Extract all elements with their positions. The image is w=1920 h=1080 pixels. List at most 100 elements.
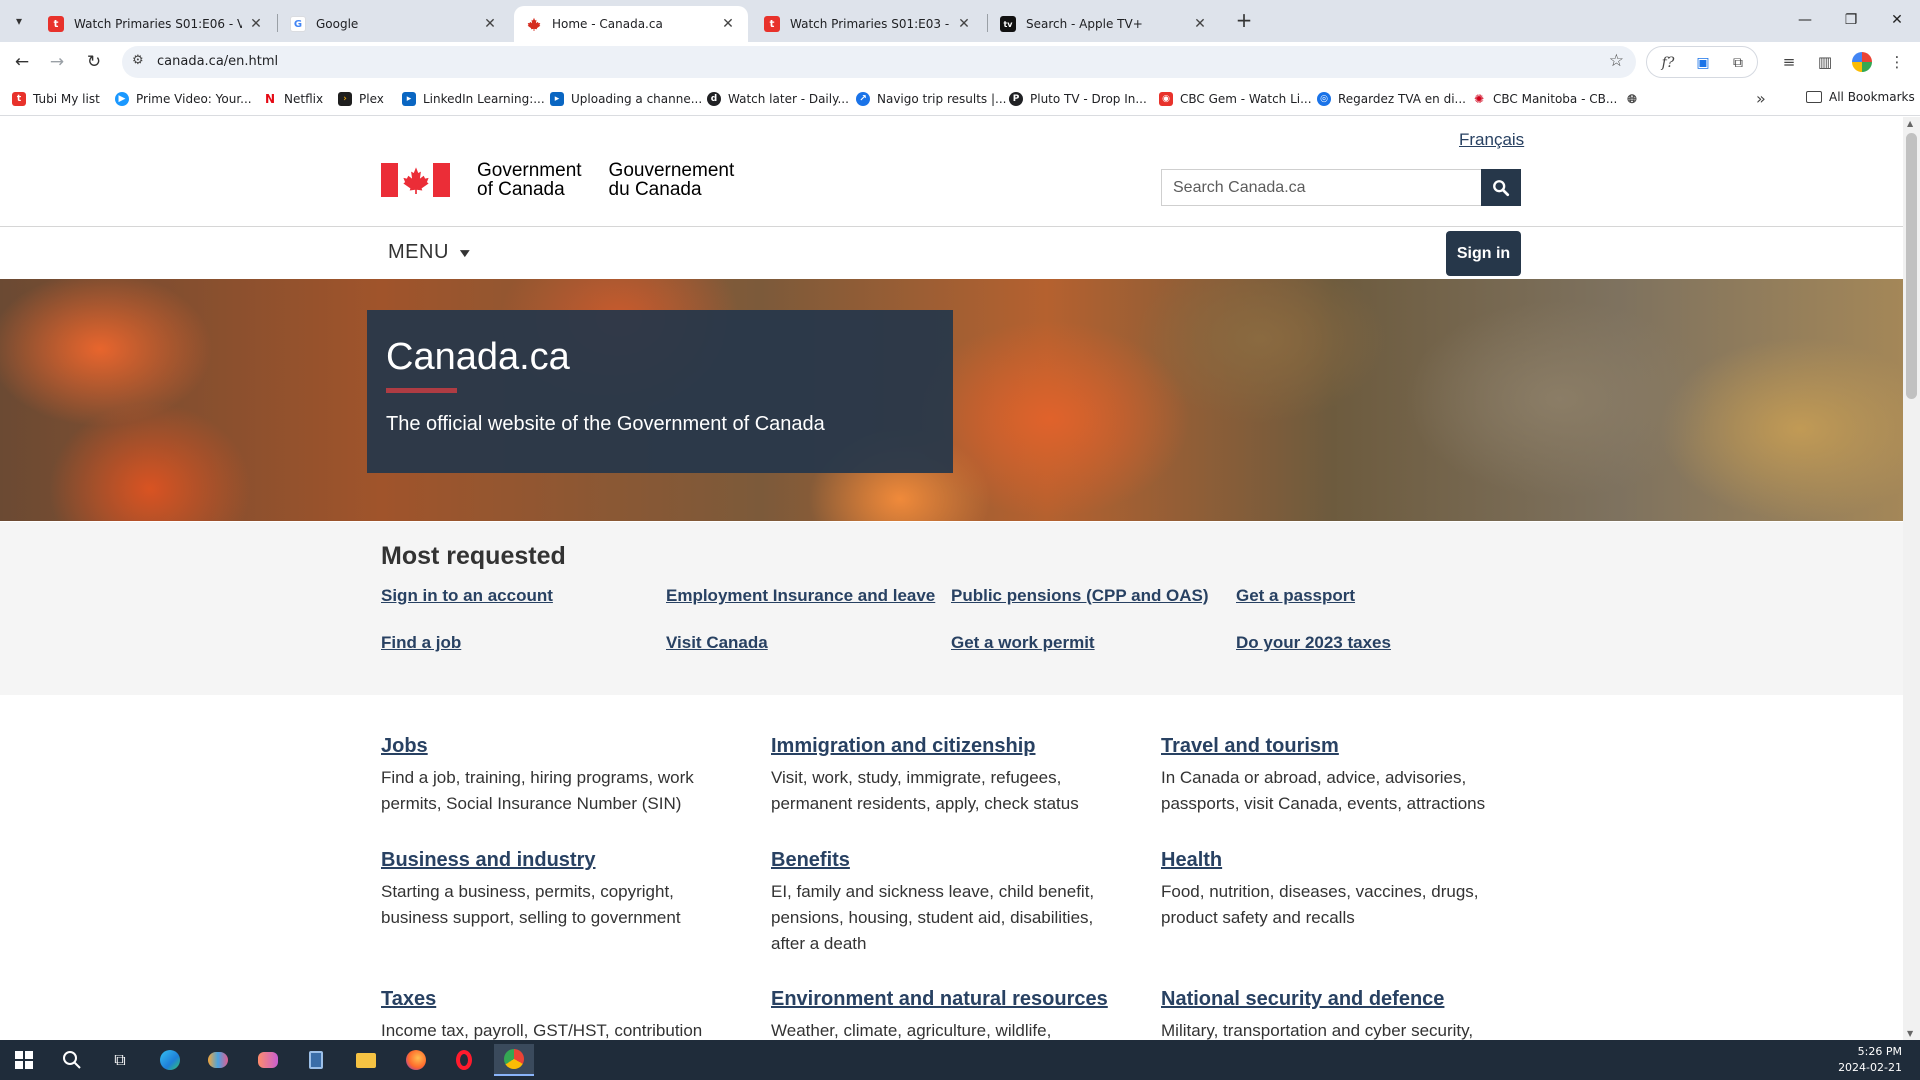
bookmark-cbc-gem[interactable]: ◉ CBC Gem - Watch Li...	[1159, 90, 1312, 108]
firefox-icon[interactable]	[396, 1044, 436, 1076]
topic-link-health[interactable]: Health	[1161, 849, 1222, 871]
close-icon[interactable]: ✕	[720, 16, 736, 32]
hero-title: Canada.ca	[386, 336, 570, 378]
topic-link-business[interactable]: Business and industry	[381, 849, 596, 871]
windows-start-icon[interactable]	[4, 1044, 44, 1076]
new-tab-plus-icon[interactable]: +	[1232, 8, 1256, 32]
most-requested-section: Most requested Sign in to an account Emp…	[0, 522, 1903, 695]
tab-search-chevron-icon[interactable]: ▾	[8, 10, 30, 32]
scroll-down-arrow-icon[interactable]: ▼	[1907, 1029, 1913, 1038]
close-icon[interactable]: ✕	[482, 16, 498, 32]
goc-signature-logo[interactable]: Government of Canada Gouvernement du Can…	[381, 161, 734, 199]
scrollbar-thumb[interactable]	[1906, 133, 1917, 399]
screen-capture-extension-icon[interactable]: ▣	[1692, 52, 1714, 74]
calculator-icon[interactable]	[296, 1044, 336, 1076]
reload-icon[interactable]: ↻	[82, 50, 106, 74]
link-find-job[interactable]: Find a job	[381, 633, 461, 653]
tab-strip: ▾ t Watch Primaries S01:E06 - Vote ✕ G G…	[0, 0, 1920, 42]
close-icon[interactable]: ✕	[248, 16, 264, 32]
tva-icon: ◎	[1317, 92, 1331, 106]
page-scrollbar[interactable]: ▲ ▼	[1903, 117, 1920, 1040]
media-controls-icon[interactable]: ≡	[1778, 51, 1800, 73]
bookmark-dailymotion[interactable]: d Watch later - Daily...	[707, 90, 849, 108]
topic-link-security[interactable]: National security and defence	[1161, 988, 1444, 1010]
folder-icon	[1806, 91, 1822, 103]
topic-travel: Travel and tourism In Canada or abroad, …	[1161, 735, 1521, 817]
maple-leaf-icon	[526, 16, 542, 32]
topic-link-jobs[interactable]: Jobs	[381, 735, 428, 757]
back-arrow-icon[interactable]: ←	[10, 50, 34, 74]
most-requested-title: Most requested	[381, 542, 566, 570]
bookmark-tubi[interactable]: t Tubi My list	[12, 90, 100, 108]
system-clock[interactable]: 5:26 PM 2024-02-21	[1838, 1044, 1902, 1076]
tab-watch-primaries-e03[interactable]: t Watch Primaries S01:E03 - Let's ✕	[752, 6, 984, 42]
bookmark-cbc-manitoba[interactable]: ✺ CBC Manitoba - CB...	[1472, 90, 1617, 108]
link-get-passport[interactable]: Get a passport	[1236, 586, 1355, 606]
forward-arrow-icon[interactable]: →	[45, 50, 69, 74]
search-input[interactable]	[1161, 169, 1481, 206]
paint-app-icon[interactable]	[198, 1044, 238, 1076]
link-2023-taxes[interactable]: Do your 2023 taxes	[1236, 633, 1391, 653]
topic-taxes: Taxes Income tax, payroll, GST/HST, cont…	[381, 988, 741, 1040]
bookmark-pluto-tv[interactable]: P Pluto TV - Drop In...	[1009, 90, 1147, 108]
topic-link-taxes[interactable]: Taxes	[381, 988, 436, 1010]
link-visit-canada[interactable]: Visit Canada	[666, 633, 768, 653]
search-button[interactable]	[1481, 169, 1521, 206]
link-public-pensions[interactable]: Public pensions (CPP and OAS)	[951, 586, 1209, 606]
file-explorer-icon[interactable]	[346, 1044, 386, 1076]
formula-extension-icon[interactable]: f?	[1657, 52, 1679, 74]
link-employment-insurance[interactable]: Employment Insurance and leave	[666, 586, 935, 606]
bookmark-navigo[interactable]: ↗ Navigo trip results |...	[856, 90, 1006, 108]
url-text[interactable]: canada.ca/en.html	[157, 54, 278, 69]
chrome-icon[interactable]	[494, 1044, 534, 1076]
topic-link-travel[interactable]: Travel and tourism	[1161, 735, 1339, 757]
topic-link-benefits[interactable]: Benefits	[771, 849, 850, 871]
topic-link-immigration[interactable]: Immigration and citizenship	[771, 735, 1035, 757]
tab-canada-home[interactable]: Home - Canada.ca ✕	[514, 6, 748, 42]
close-icon[interactable]: ✕	[1192, 16, 1208, 32]
tubi-icon: t	[48, 16, 64, 32]
profile-avatar-icon[interactable]	[1852, 52, 1872, 72]
snipping-tool-icon[interactable]	[248, 1044, 288, 1076]
bookmark-star-icon[interactable]: ☆	[1609, 51, 1624, 71]
bookmark-plex[interactable]: › Plex	[338, 90, 384, 108]
topic-jobs: Jobs Find a job, training, hiring progra…	[381, 735, 741, 817]
search-icon[interactable]	[52, 1044, 92, 1076]
address-bar[interactable]: ⚙ canada.ca/en.html ☆	[122, 46, 1636, 78]
link-sign-in-account[interactable]: Sign in to an account	[381, 586, 553, 606]
bookmark-netflix[interactable]: N Netflix	[263, 90, 323, 108]
cbc-gem-icon: ◉	[1159, 92, 1173, 106]
tab-watch-primaries-e06[interactable]: t Watch Primaries S01:E06 - Vote ✕	[36, 6, 276, 42]
link-work-permit[interactable]: Get a work permit	[951, 633, 1095, 653]
site-settings-icon[interactable]: ⚙	[132, 53, 144, 68]
side-panel-icon[interactable]: ▥	[1814, 51, 1836, 73]
puzzle-extensions-icon[interactable]: ⧉	[1727, 52, 1749, 74]
minimize-icon[interactable]: —	[1782, 6, 1828, 34]
topic-description: Weather, climate, agriculture, wildlife,	[771, 1021, 1052, 1040]
navigo-icon: ↗	[856, 92, 870, 106]
bookmark-linkedin-learning[interactable]: ▸ LinkedIn Learning:...	[402, 90, 545, 108]
opera-icon[interactable]	[444, 1044, 484, 1076]
all-bookmarks-button[interactable]: All Bookmarks	[1806, 90, 1915, 104]
language-toggle-link[interactable]: Français	[1459, 130, 1524, 150]
scroll-up-arrow-icon[interactable]: ▲	[1907, 119, 1913, 128]
chevron-double-right-icon[interactable]: »	[1756, 89, 1766, 108]
task-view-icon[interactable]: ⧉	[100, 1044, 140, 1076]
window-close-icon[interactable]: ✕	[1874, 6, 1920, 34]
topic-environment: Environment and natural resources Weathe…	[771, 988, 1131, 1040]
restore-icon[interactable]: ❐	[1828, 6, 1874, 34]
globe-icon: 🌐︎	[1625, 92, 1639, 106]
close-icon[interactable]: ✕	[956, 16, 972, 32]
tab-apple-tv[interactable]: tv Search - Apple TV+ ✕	[988, 6, 1220, 42]
bookmark-uploading-channel[interactable]: ▸ Uploading a channe...	[550, 90, 702, 108]
topic-description: EI, family and sickness leave, child ben…	[771, 882, 1095, 953]
bookmark-prime-video[interactable]: ▶ Prime Video: Your...	[115, 90, 252, 108]
tab-google[interactable]: G Google ✕	[278, 6, 510, 42]
topic-link-environment[interactable]: Environment and natural resources	[771, 988, 1108, 1010]
bookmark-globe[interactable]: 🌐︎	[1625, 90, 1646, 108]
edge-browser-icon[interactable]	[150, 1044, 190, 1076]
menu-button[interactable]: MENU ▼	[388, 241, 473, 264]
bookmark-tva[interactable]: ◎ Regardez TVA en di...	[1317, 90, 1466, 108]
sign-in-button[interactable]: Sign in	[1446, 231, 1521, 276]
kebab-menu-icon[interactable]: ⋮	[1886, 51, 1908, 73]
